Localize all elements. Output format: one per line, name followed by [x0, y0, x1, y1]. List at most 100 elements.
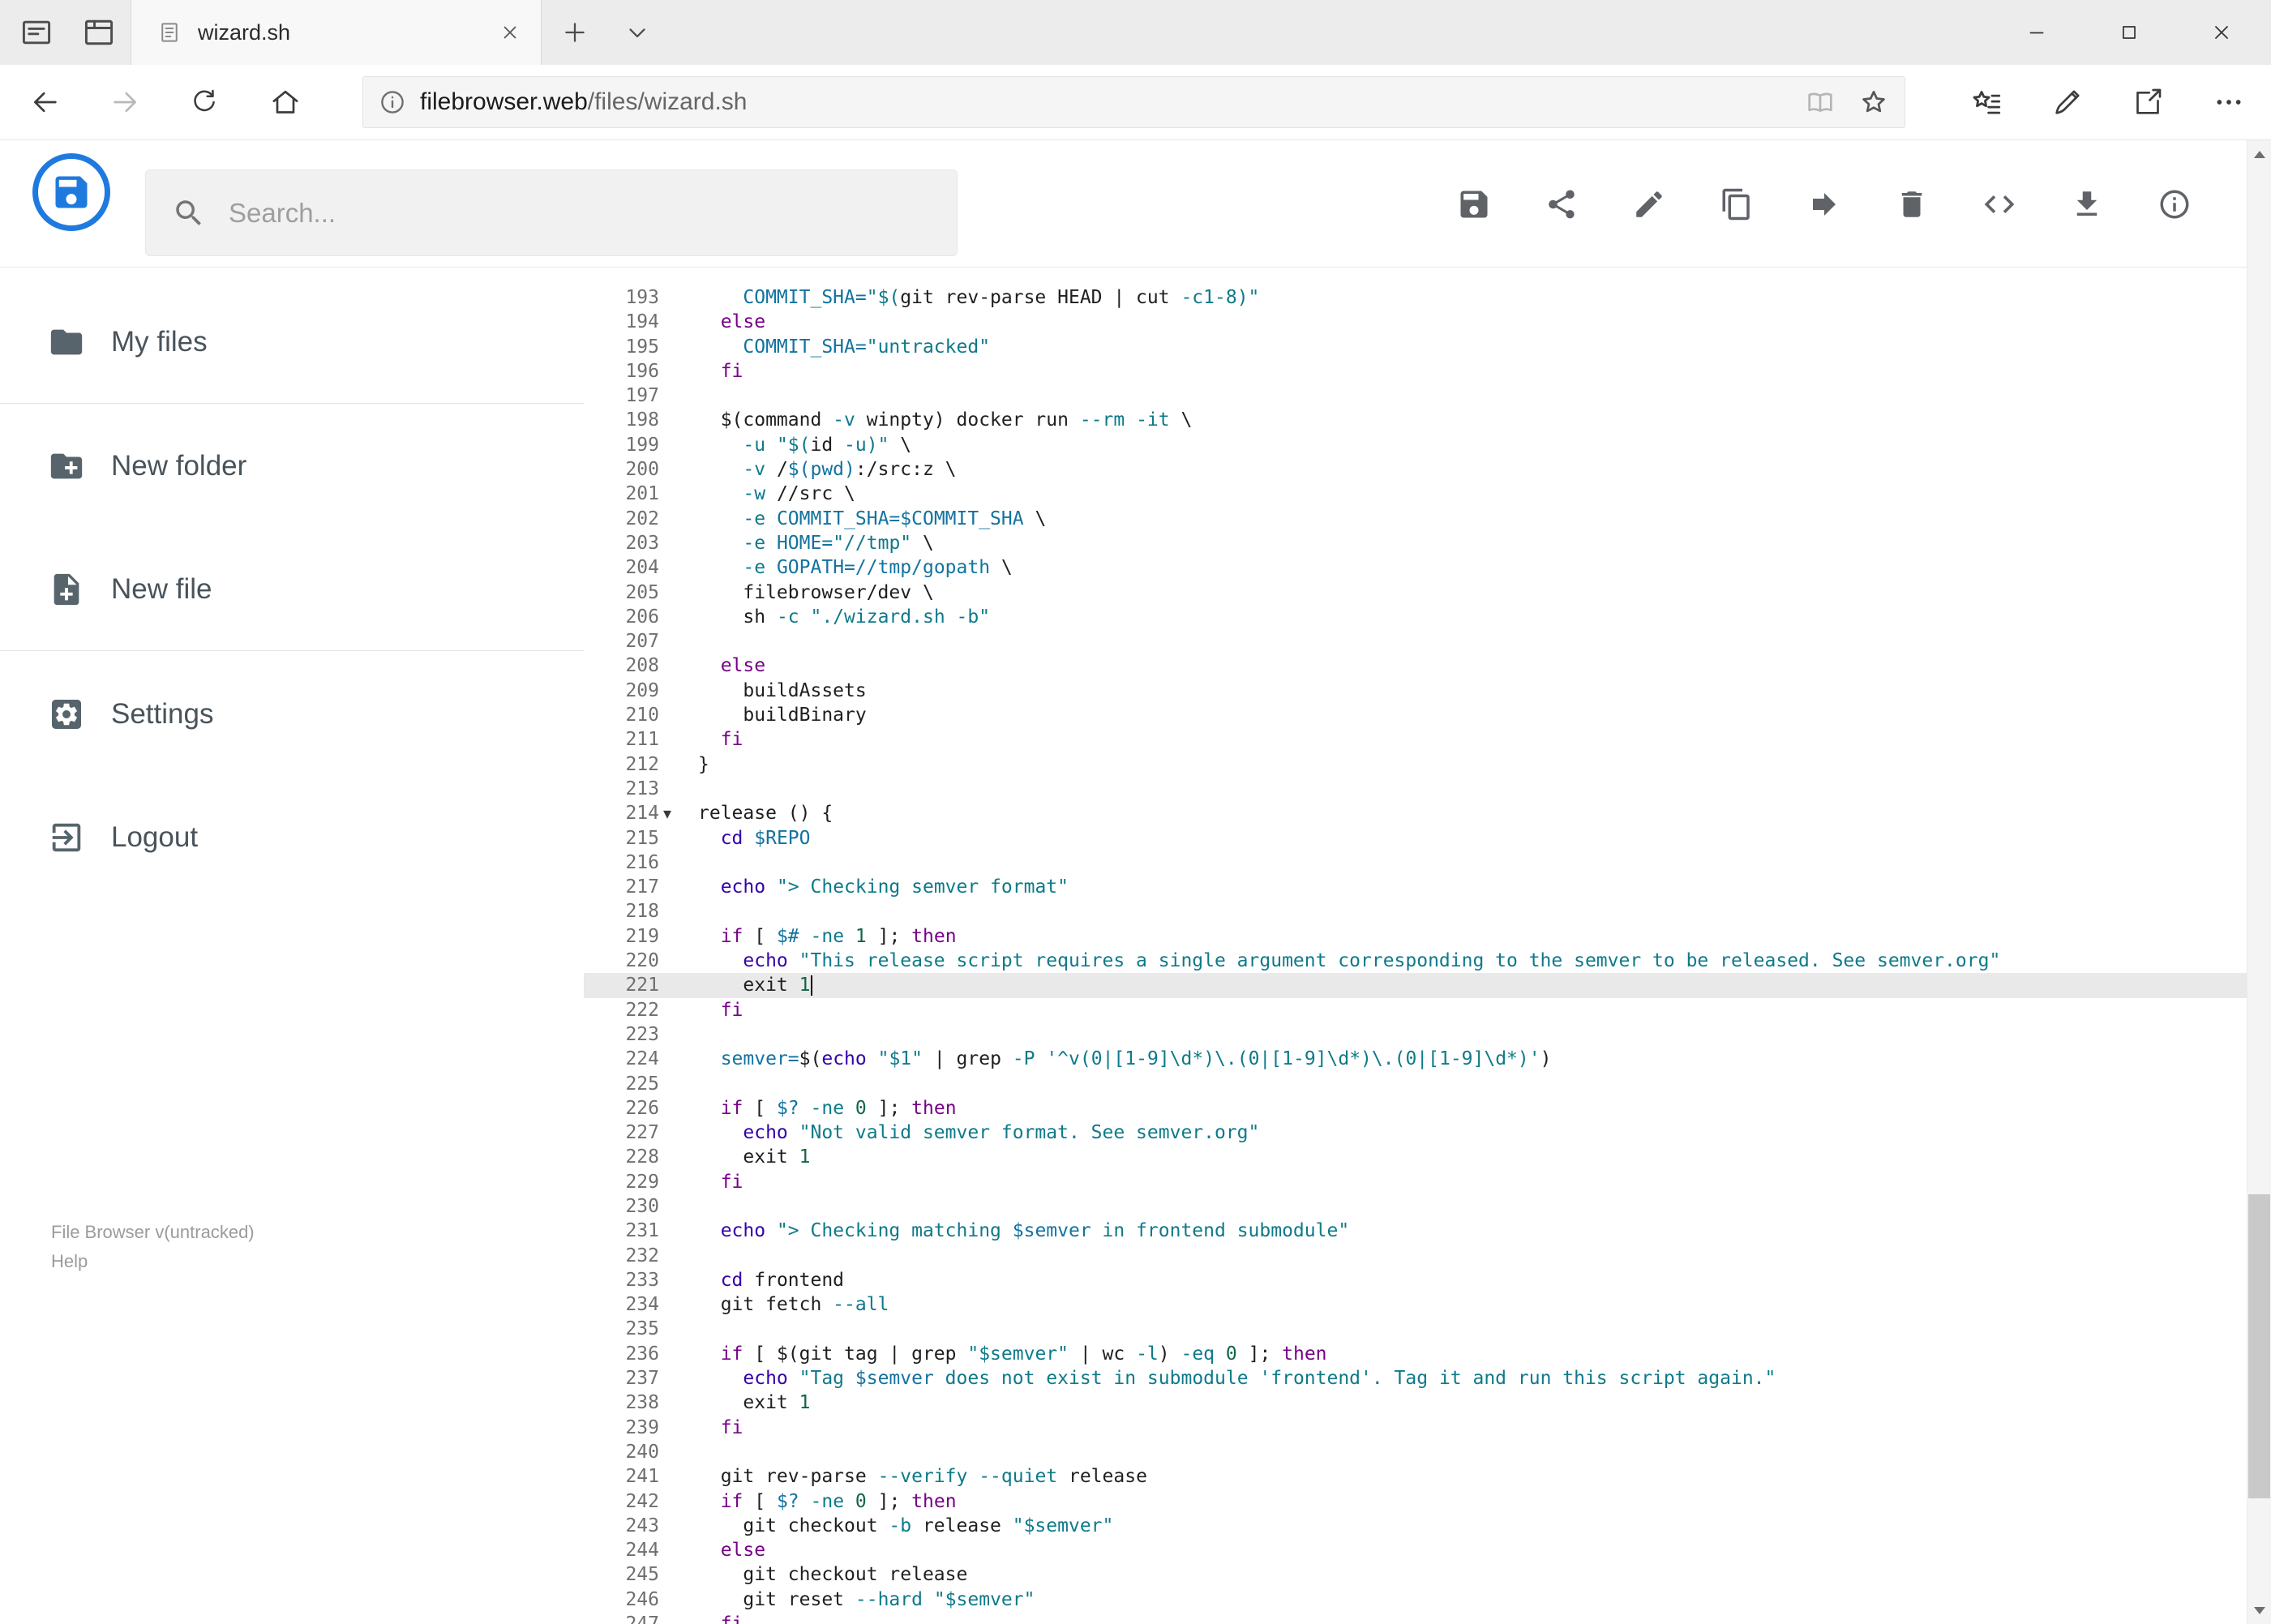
code-line[interactable]: 231 echo "> Checking matching $semver in…: [584, 1219, 2247, 1243]
code-text[interactable]: cd frontend: [698, 1268, 2247, 1292]
code-text[interactable]: echo "> Checking semver format": [698, 875, 2247, 899]
search-bar[interactable]: [145, 169, 958, 256]
code-text[interactable]: release () {: [698, 801, 2247, 825]
code-text[interactable]: else: [698, 1538, 2247, 1562]
line-number[interactable]: 233: [584, 1268, 659, 1292]
code-text[interactable]: [698, 1440, 2247, 1464]
code-line[interactable]: 206 sh -c "./wizard.sh -b": [584, 605, 2247, 629]
code-line[interactable]: 204 -e GOPATH=//tmp/gopath \: [584, 555, 2247, 580]
page-scrollbar[interactable]: [2247, 140, 2271, 1624]
code-line[interactable]: 213: [584, 777, 2247, 801]
site-info-icon[interactable]: [378, 88, 407, 117]
line-number[interactable]: 231: [584, 1219, 659, 1243]
code-text[interactable]: -v /$(pwd):/src:z \: [698, 457, 2247, 482]
code-text[interactable]: if [ $# -ne 1 ]; then: [698, 924, 2247, 949]
close-button[interactable]: [2187, 0, 2256, 65]
line-number[interactable]: 204: [584, 555, 659, 580]
code-text[interactable]: fi: [698, 1612, 2247, 1624]
fold-arrow-icon[interactable]: ▾: [659, 801, 698, 825]
line-number[interactable]: 224: [584, 1047, 659, 1071]
code-line[interactable]: 240: [584, 1440, 2247, 1464]
code-line[interactable]: 221 exit 1: [584, 973, 2247, 998]
web-note-button[interactable]: [2042, 77, 2093, 127]
line-number[interactable]: 196: [584, 359, 659, 384]
code-line[interactable]: 225: [584, 1072, 2247, 1096]
line-number[interactable]: 194: [584, 310, 659, 334]
line-number[interactable]: 207: [584, 629, 659, 653]
copy-button[interactable]: [1719, 186, 1755, 222]
code-text[interactable]: if [ $? -ne 0 ]; then: [698, 1096, 2247, 1121]
download-button[interactable]: [2069, 186, 2105, 222]
save-button[interactable]: [1456, 186, 1492, 222]
code-text[interactable]: [698, 1022, 2247, 1047]
tab-close-icon[interactable]: [487, 10, 533, 55]
code-text[interactable]: COMMIT_SHA="untracked": [698, 335, 2247, 359]
rename-button[interactable]: [1631, 186, 1667, 222]
code-line[interactable]: 228 exit 1: [584, 1145, 2247, 1169]
line-number[interactable]: 215: [584, 826, 659, 851]
line-number[interactable]: 202: [584, 507, 659, 531]
code-line[interactable]: 212}: [584, 752, 2247, 777]
code-text[interactable]: echo "Tag $semver does not exist in subm…: [698, 1366, 2247, 1390]
line-number[interactable]: 199: [584, 433, 659, 457]
line-number[interactable]: 237: [584, 1366, 659, 1390]
line-number[interactable]: 241: [584, 1464, 659, 1489]
code-line[interactable]: 244 else: [584, 1538, 2247, 1562]
code-text[interactable]: }: [698, 752, 2247, 777]
code-line[interactable]: 210 buildBinary: [584, 703, 2247, 727]
line-number[interactable]: 227: [584, 1121, 659, 1145]
code-line[interactable]: 194 else: [584, 310, 2247, 334]
delete-button[interactable]: [1894, 186, 1930, 222]
line-number[interactable]: 230: [584, 1194, 659, 1219]
code-text[interactable]: echo "Not valid semver format. See semve…: [698, 1121, 2247, 1145]
line-number[interactable]: 245: [584, 1562, 659, 1587]
code-line[interactable]: 230: [584, 1194, 2247, 1219]
line-number[interactable]: 242: [584, 1489, 659, 1514]
code-line[interactable]: 201 -w //src \: [584, 482, 2247, 506]
code-line[interactable]: 207: [584, 629, 2247, 653]
code-line[interactable]: 218: [584, 899, 2247, 923]
line-number[interactable]: 193: [584, 285, 659, 310]
code-line[interactable]: 193 COMMIT_SHA="$(git rev-parse HEAD | c…: [584, 285, 2247, 310]
line-number[interactable]: 239: [584, 1416, 659, 1440]
code-text[interactable]: cd $REPO: [698, 826, 2247, 851]
scroll-up-icon[interactable]: [2247, 140, 2271, 168]
code-text[interactable]: COMMIT_SHA="$(git rev-parse HEAD | cut -…: [698, 285, 2247, 310]
code-line[interactable]: 226 if [ $? -ne 0 ]; then: [584, 1096, 2247, 1121]
refresh-button[interactable]: [179, 77, 229, 127]
share-button[interactable]: [2123, 77, 2173, 127]
code-text[interactable]: buildAssets: [698, 679, 2247, 703]
code-text[interactable]: fi: [698, 1416, 2247, 1440]
code-line[interactable]: 247 fi: [584, 1612, 2247, 1624]
code-text[interactable]: [698, 899, 2247, 923]
tab-list-button[interactable]: [611, 0, 663, 65]
code-text[interactable]: [698, 629, 2247, 653]
code-line[interactable]: 203 -e HOME="//tmp" \: [584, 531, 2247, 555]
code-editor[interactable]: 193 COMMIT_SHA="$(git rev-parse HEAD | c…: [584, 268, 2247, 1624]
more-button[interactable]: [2204, 77, 2254, 127]
line-number[interactable]: 221: [584, 973, 659, 997]
sidebar-item-settings[interactable]: Settings: [0, 674, 584, 755]
line-number[interactable]: 223: [584, 1022, 659, 1047]
line-number[interactable]: 211: [584, 727, 659, 752]
home-button[interactable]: [260, 77, 311, 127]
code-text[interactable]: fi: [698, 727, 2247, 752]
code-text[interactable]: if [ $? -ne 0 ]; then: [698, 1489, 2247, 1514]
line-number[interactable]: 209: [584, 679, 659, 703]
code-text[interactable]: [698, 777, 2247, 801]
code-text[interactable]: filebrowser/dev \: [698, 581, 2247, 605]
code-text[interactable]: echo "This release script requires a sin…: [698, 949, 2247, 973]
tab-preview-button[interactable]: [73, 0, 125, 65]
code-line[interactable]: 241 git rev-parse --verify --quiet relea…: [584, 1464, 2247, 1489]
code-line[interactable]: 199 -u "$(id -u)" \: [584, 433, 2247, 457]
line-number[interactable]: 225: [584, 1072, 659, 1096]
code-text[interactable]: -e HOME="//tmp" \: [698, 531, 2247, 555]
code-text[interactable]: exit 1: [698, 1145, 2247, 1169]
code-line[interactable]: 219 if [ $# -ne 1 ]; then: [584, 924, 2247, 949]
info-button[interactable]: [2157, 186, 2192, 222]
code-line[interactable]: 209 buildAssets: [584, 679, 2247, 703]
code-line[interactable]: 224 semver=$(echo "$1" | grep -P '^v(0|[…: [584, 1047, 2247, 1071]
line-number[interactable]: 200: [584, 457, 659, 482]
code-text[interactable]: else: [698, 310, 2247, 334]
code-text[interactable]: [698, 384, 2247, 408]
